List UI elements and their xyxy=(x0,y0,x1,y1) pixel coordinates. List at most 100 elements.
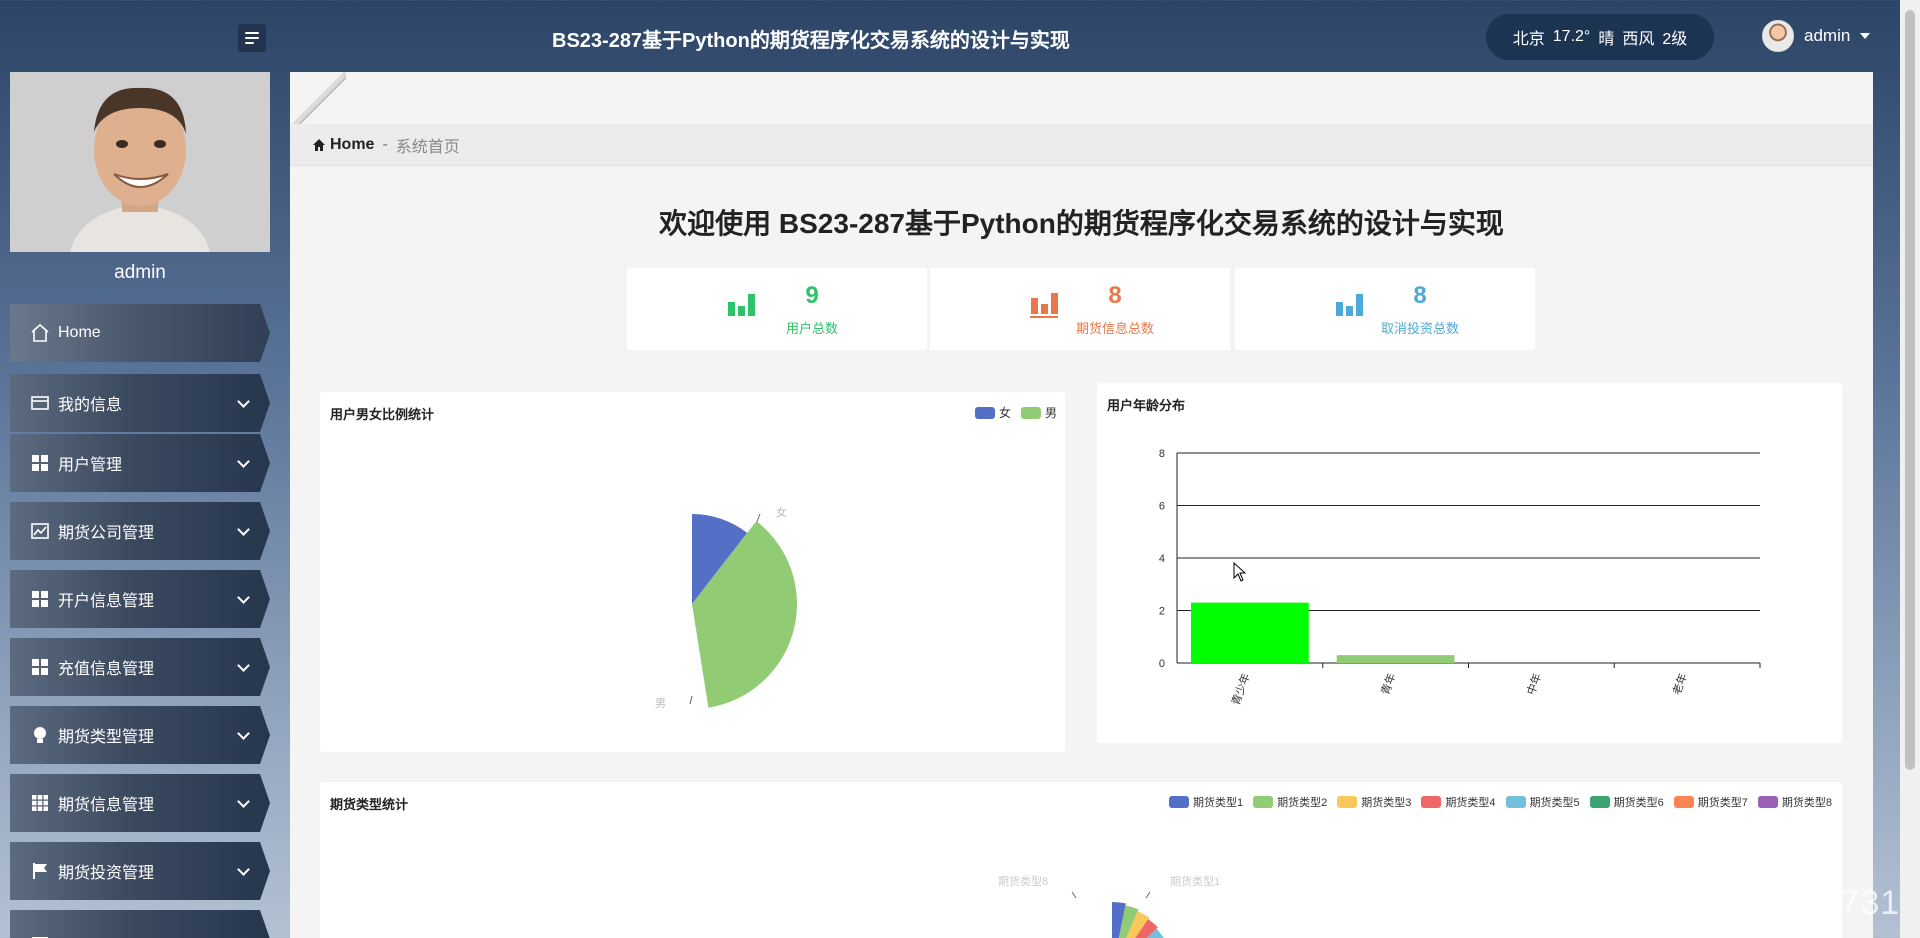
main-content: Home - 系统首页 欢迎使用 BS23-287基于Python的期货程序化交… xyxy=(290,72,1873,938)
x-tick-label: 中年 xyxy=(1524,671,1545,696)
sidebar-item-label: 期货信息管理 xyxy=(58,797,155,814)
sidebar-item-account-info[interactable]: 开户信息管理 xyxy=(10,570,270,628)
sidebar-item-label: Home xyxy=(58,324,101,341)
weather-widget: 北京 17.2° 晴 西风 2级 xyxy=(1486,14,1714,60)
sidebar-item-futures-info[interactable]: 期货信息管理 xyxy=(10,774,270,832)
top-bar: BS23-287基于Python的期货程序化交易系统的设计与实现 北京 17.2… xyxy=(0,0,1920,72)
bar-青年[interactable] xyxy=(1336,655,1455,663)
stat-card-futures-info: 8 期货信息总数 xyxy=(930,268,1230,350)
age-bar-panel: 用户年龄分布 0 2 4 6 8 青少年 青年 中年 老年 xyxy=(1097,383,1842,743)
stat-card-cancelled-investments: 8 取消投资总数 xyxy=(1235,268,1535,350)
sidebar-item-futures-investment[interactable]: 期货投资管理 xyxy=(10,842,270,900)
home-icon xyxy=(313,138,325,151)
chevron-down-icon xyxy=(237,795,250,808)
grid-icon xyxy=(30,589,50,609)
chevron-down-icon xyxy=(237,727,250,740)
breadcrumb-home-label: Home xyxy=(330,135,375,153)
card-icon xyxy=(30,393,50,413)
y-tick-label: 0 xyxy=(1159,658,1165,670)
chevron-down-icon xyxy=(237,863,250,876)
stat-label: 用户总数 xyxy=(785,321,838,336)
chevron-down-icon xyxy=(237,591,250,604)
csdn-watermark: CSDN @QQ_3786649731 xyxy=(1480,884,1901,922)
sidebar-item-label: 开户信息管理 xyxy=(58,593,155,610)
pie-slice-label: 期货类型8 xyxy=(998,874,1048,888)
chevron-down-icon xyxy=(237,523,250,536)
sidebar-item-futures-type[interactable]: 期货类型管理 xyxy=(10,706,270,764)
breadcrumb-separator: - xyxy=(382,135,388,153)
x-tick-label: 青年 xyxy=(1378,671,1399,696)
y-tick-label: 6 xyxy=(1159,501,1165,513)
user-name[interactable]: admin xyxy=(1804,26,1850,46)
chevron-down-icon xyxy=(237,395,250,408)
sidebar-item-label: 充值信息管理 xyxy=(58,661,155,678)
gender-pie-chart: 女 男 xyxy=(655,505,797,710)
weather-condition: 晴 xyxy=(1598,31,1615,48)
avatar[interactable] xyxy=(1762,20,1794,52)
app-title: BS23-287基于Python的期货程序化交易系统的设计与实现 xyxy=(552,30,1070,52)
sidebar-item-recharge-info[interactable]: 充值信息管理 xyxy=(10,638,270,696)
page-title: 欢迎使用 BS23-287基于Python的期货程序化交易系统的设计与实现 xyxy=(659,208,1504,239)
gender-pie-panel: 用户男女比例统计 女 男 女 男 xyxy=(320,392,1065,752)
pie-slice-label-female: 女 xyxy=(776,505,787,519)
profile-photo xyxy=(10,72,270,252)
weather-wind: 西风 xyxy=(1622,31,1655,48)
home-icon xyxy=(30,323,50,343)
grid-icon xyxy=(30,453,50,473)
pie-slice-label: 期货类型1 xyxy=(1170,874,1220,888)
sidebar-item-more[interactable] xyxy=(10,910,270,938)
x-tick-label: 老年 xyxy=(1669,671,1690,696)
stat-card-users: 9 用户总数 xyxy=(627,268,927,350)
grid-icon xyxy=(30,929,50,938)
bar-chart-icon xyxy=(728,294,755,316)
breadcrumb-home[interactable]: Home xyxy=(312,136,374,154)
page-curl-decoration xyxy=(290,72,346,124)
pie-label-line xyxy=(1145,891,1151,899)
profile-portrait-image xyxy=(10,72,270,252)
grid-icon xyxy=(30,657,50,677)
y-tick-label: 2 xyxy=(1159,606,1165,618)
weather-city: 北京 xyxy=(1512,31,1545,48)
sidebar: admin Home 我的信息 用户管理 期货公司管理 开户信息管理 充值信息管… xyxy=(0,72,280,938)
sidebar-item-futures-company[interactable]: 期货公司管理 xyxy=(10,502,270,560)
profile-name: admin xyxy=(114,262,166,283)
stat-value: 8 xyxy=(1108,282,1122,309)
weather-temp: 17.2° xyxy=(1552,28,1591,45)
chevron-down-icon xyxy=(237,455,250,468)
caret-down-icon[interactable] xyxy=(1860,33,1871,39)
pie-label-line xyxy=(689,695,693,705)
sidebar-item-home[interactable]: Home xyxy=(10,304,270,362)
sidebar-item-user-management[interactable]: 用户管理 xyxy=(10,434,270,492)
pie-slice-label-male: 男 xyxy=(655,698,666,710)
bar-chart-icon xyxy=(1336,294,1363,316)
y-tick-label: 8 xyxy=(1159,448,1165,460)
age-bar-chart: 0 2 4 6 8 青少年 青年 中年 老年 xyxy=(1159,448,1761,707)
table-icon xyxy=(30,793,50,813)
pie-label-line xyxy=(756,513,761,523)
mouse-cursor-icon xyxy=(1233,562,1247,582)
bar-青少年[interactable] xyxy=(1191,602,1309,663)
bar-chart-icon xyxy=(1030,293,1058,318)
menu-toggle-button[interactable] xyxy=(238,24,266,52)
sidebar-item-label: 我的信息 xyxy=(58,397,123,414)
sidebar-item-label: 期货投资管理 xyxy=(58,865,155,882)
flag-icon xyxy=(30,861,50,881)
breadcrumb: Home - 系统首页 xyxy=(290,124,1873,166)
y-tick-label: 4 xyxy=(1159,553,1165,565)
x-tick-label: 青少年 xyxy=(1228,671,1252,707)
sidebar-item-label: 期货类型管理 xyxy=(58,729,155,746)
chart-line-icon xyxy=(30,521,50,541)
stat-value: 9 xyxy=(805,282,819,309)
bulb-icon xyxy=(30,725,50,745)
sidebar-item-label: 期货公司管理 xyxy=(58,525,155,542)
stat-label: 取消投资总数 xyxy=(1380,321,1459,336)
stat-label: 期货信息总数 xyxy=(1075,321,1154,336)
scrollbar-thumb[interactable] xyxy=(1905,10,1915,770)
chevron-down-icon xyxy=(237,659,250,672)
pie-label-line xyxy=(1071,891,1077,899)
sidebar-item-my-info[interactable]: 我的信息 xyxy=(10,374,270,432)
user-menu[interactable]: admin xyxy=(1762,20,1871,52)
sidebar-item-label: 用户管理 xyxy=(58,457,123,474)
weather-level: 2级 xyxy=(1662,31,1688,48)
scrollbar[interactable] xyxy=(1900,0,1920,938)
